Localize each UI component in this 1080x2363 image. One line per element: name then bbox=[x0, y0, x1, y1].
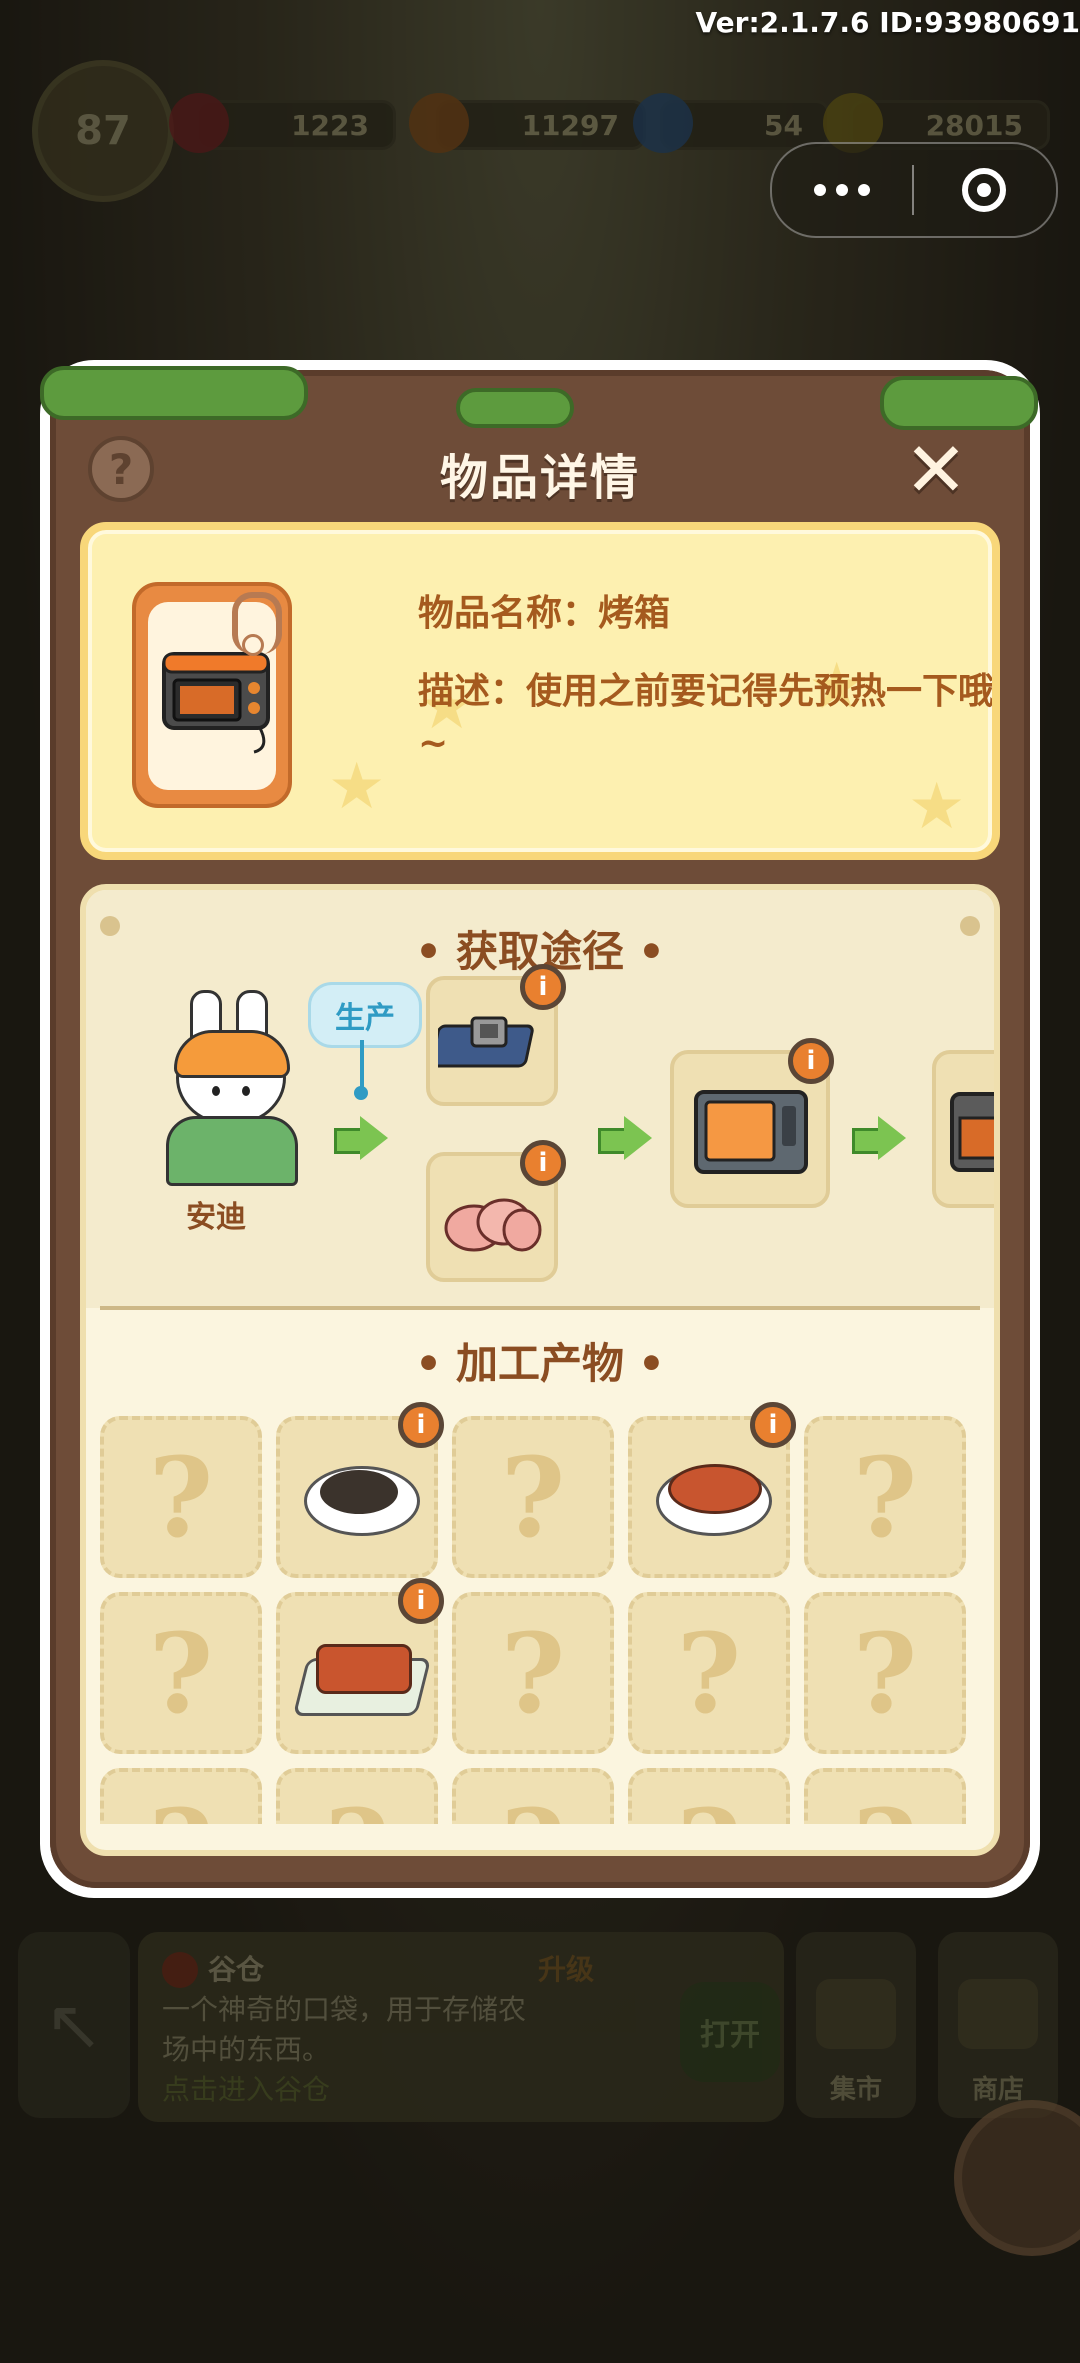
produce-label: 生产 bbox=[308, 982, 422, 1048]
info-icon[interactable]: i bbox=[520, 964, 566, 1010]
details-panel: 获取途径 安迪 生产 i i i bbox=[80, 884, 1000, 1856]
arrow-right-icon bbox=[852, 1116, 908, 1160]
mini-program-capsule bbox=[770, 142, 1058, 238]
item-info-card: ★ ★ ★ ★ 物品名称：烤箱 描述：使用之前要记得先预热一下哦~ bbox=[80, 522, 1000, 860]
product-slot-unknown[interactable]: ? bbox=[452, 1592, 614, 1754]
info-icon[interactable]: i bbox=[398, 1402, 444, 1448]
meat-icon bbox=[444, 1198, 542, 1252]
product-slot-unknown[interactable]: ? bbox=[100, 1592, 262, 1754]
grass-decoration bbox=[456, 388, 574, 428]
circuit-board-icon bbox=[438, 1016, 534, 1068]
item-name: 物品名称：烤箱 bbox=[418, 593, 671, 634]
machine-slot-oven[interactable] bbox=[932, 1050, 994, 1208]
exit-target-icon[interactable] bbox=[914, 168, 1054, 212]
more-menu-icon[interactable] bbox=[772, 184, 912, 196]
arrow-right-icon bbox=[334, 1116, 390, 1160]
product-slot-unknown[interactable]: ? bbox=[452, 1416, 614, 1578]
version-label: Ver:2.1.7.6 ID:93980691 bbox=[695, 6, 1080, 39]
star-decoration: ★ bbox=[328, 750, 386, 824]
grass-decoration bbox=[880, 376, 1038, 430]
grass-decoration bbox=[40, 366, 308, 420]
info-icon[interactable]: i bbox=[750, 1402, 796, 1448]
oven-icon bbox=[950, 1092, 994, 1172]
item-tag bbox=[132, 582, 292, 808]
microwave-icon bbox=[694, 1090, 808, 1174]
roasted-potato-icon bbox=[668, 1464, 762, 1514]
info-icon[interactable]: i bbox=[520, 1140, 566, 1186]
star-decoration: ★ bbox=[908, 770, 966, 844]
grilled-fish-icon bbox=[316, 1644, 412, 1694]
character-andy-avatar[interactable] bbox=[146, 990, 306, 1186]
dark-food-icon bbox=[320, 1470, 398, 1514]
info-icon[interactable]: i bbox=[398, 1578, 444, 1624]
character-name: 安迪 bbox=[186, 1200, 246, 1235]
product-slot-unknown[interactable]: ? bbox=[804, 1592, 966, 1754]
item-description: 描述：使用之前要记得先预热一下哦~ bbox=[418, 671, 995, 764]
arrow-right-icon bbox=[598, 1116, 654, 1160]
close-icon[interactable]: ✕ bbox=[900, 432, 972, 508]
product-slot-unknown[interactable]: ? bbox=[100, 1416, 262, 1578]
products-section-title: 加工产物 bbox=[86, 1330, 994, 1391]
info-icon[interactable]: i bbox=[788, 1038, 834, 1084]
product-slot-unknown[interactable]: ? bbox=[628, 1592, 790, 1754]
product-slot-unknown[interactable]: ? bbox=[804, 1416, 966, 1578]
